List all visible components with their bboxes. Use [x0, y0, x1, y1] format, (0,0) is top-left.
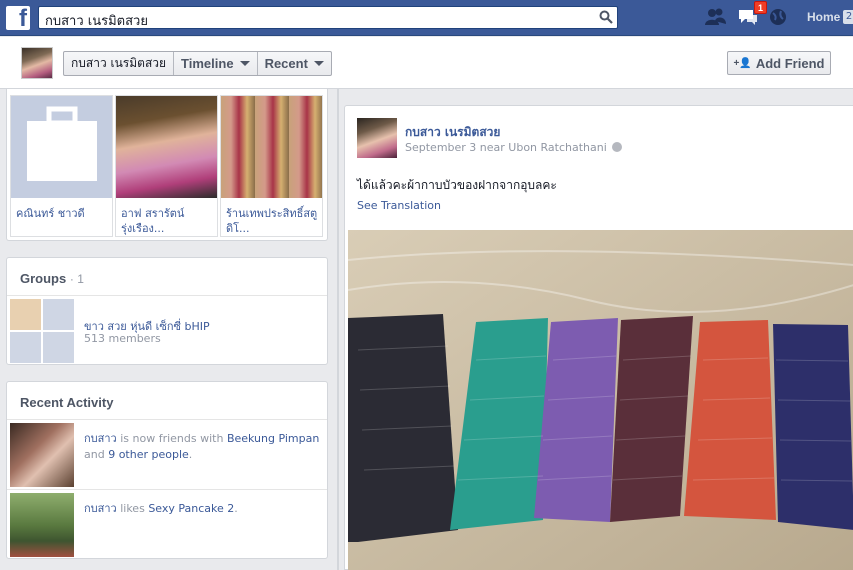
- friend-requests-icon[interactable]: [704, 7, 726, 27]
- activity-text: กบสาว is now friends with Beekung Pimpan…: [84, 431, 324, 463]
- member-avatar: [10, 332, 41, 363]
- recent-dropdown[interactable]: Recent: [258, 52, 331, 75]
- home-link[interactable]: Home: [807, 10, 840, 24]
- see-translation-link[interactable]: See Translation: [357, 199, 441, 212]
- activity-verb: likes: [120, 502, 145, 515]
- activity-thumbnail[interactable]: [10, 423, 74, 487]
- activity-conjunction: and: [84, 448, 105, 461]
- post-photo[interactable]: [348, 230, 853, 570]
- profile-photo: [221, 96, 322, 198]
- timeline-label: Timeline: [181, 56, 234, 71]
- activity-period: .: [188, 448, 193, 461]
- photo-caption[interactable]: ร้านเทพประสิทธิ์สตูดิโ...: [226, 206, 321, 236]
- actor-link[interactable]: กบสาว: [84, 432, 117, 445]
- add-friend-icon: +👤: [733, 57, 752, 69]
- photo-tile[interactable]: คณินทร์ ชาวดี: [10, 95, 113, 237]
- post-author-link[interactable]: กบสาว เนรมิตสวย: [405, 123, 500, 142]
- search-value: กบสาว เนรมิตสวย: [45, 14, 148, 29]
- divider: [7, 295, 327, 296]
- group-member-count: 513 members: [84, 332, 161, 345]
- search-input[interactable]: กบสาว เนรมิตสวย: [38, 6, 618, 29]
- add-friend-label: Add Friend: [755, 55, 825, 71]
- friend-link[interactable]: Beekung Pimpan: [227, 432, 319, 445]
- activity-period: .: [234, 502, 238, 515]
- top-bar: f กบสาว เนรมิตสวย 1 Home 2: [0, 0, 853, 36]
- profile-photo: [116, 96, 217, 198]
- globe-notifications-icon[interactable]: [768, 7, 790, 27]
- facebook-logo-icon[interactable]: f: [6, 5, 30, 32]
- groups-title[interactable]: Groups · 1: [20, 271, 84, 286]
- member-avatar: [43, 299, 74, 330]
- photo-tile[interactable]: อาฟ สรารัตน์ รุ่งเรือง...: [115, 95, 218, 237]
- photo-caption[interactable]: คณินทร์ ชาวดี: [16, 206, 111, 221]
- add-friend-button[interactable]: +👤 Add Friend: [727, 51, 831, 75]
- post-timestamp-link[interactable]: September 3 near Ubon Ratchathani: [405, 141, 607, 154]
- groups-count: · 1: [69, 272, 84, 286]
- groups-title-label: Groups: [20, 271, 67, 286]
- member-avatar: [43, 332, 74, 363]
- chevron-down-icon: [313, 61, 324, 66]
- breadcrumb: กบสาว เนรมิตสวย Timeline Recent: [63, 51, 332, 76]
- post-author-avatar[interactable]: [357, 118, 397, 158]
- recent-activity-card: Recent Activity กบสาว is now friends wit…: [6, 381, 328, 559]
- recent-activity-title: Recent Activity: [20, 395, 114, 410]
- profile-avatar[interactable]: [21, 47, 53, 79]
- timeline-spine: [337, 89, 339, 570]
- home-count-badge: 2: [843, 10, 853, 24]
- notification-badge: 1: [754, 1, 767, 14]
- post-text: ได้แล้วคะผ้ากาบบัวของฝากจากอุบลคะ: [357, 178, 557, 192]
- search-icon[interactable]: [599, 10, 613, 24]
- globe-icon: [611, 142, 622, 152]
- photo-caption[interactable]: อาฟ สรารัตน์ รุ่งเรือง...: [121, 206, 216, 236]
- groups-card: Groups · 1 ขาว สวย หุ่นดี เซ็กซี่ bHIP 5…: [6, 257, 328, 365]
- timeline-post: กบสาว เนรมิตสวย September 3 near Ubon Ra…: [344, 105, 853, 570]
- timeline-dropdown[interactable]: Timeline: [174, 52, 258, 75]
- chevron-down-icon: [239, 61, 250, 66]
- group-thumbnail[interactable]: [10, 299, 74, 363]
- activity-item: กบสาว likes Sexy Pancake 2.: [7, 490, 327, 557]
- default-profile-picture: [11, 96, 112, 198]
- profile-header-bar: กบสาว เนรมิตสวย Timeline Recent +👤 Add F…: [0, 37, 853, 89]
- member-avatar: [10, 299, 41, 330]
- profile-name-button[interactable]: กบสาว เนรมิตสวย: [64, 52, 175, 75]
- activity-verb: is now friends with: [120, 432, 224, 445]
- post-meta: September 3 near Ubon Ratchathani: [405, 141, 622, 154]
- recent-label: Recent: [264, 56, 308, 71]
- activity-text: กบสาว likes Sexy Pancake 2.: [84, 501, 324, 517]
- activity-thumbnail[interactable]: [10, 493, 74, 557]
- others-link[interactable]: 9 other people: [108, 448, 189, 461]
- activity-item: กบสาว is now friends with Beekung Pimpan…: [7, 420, 327, 487]
- actor-link[interactable]: กบสาว: [84, 502, 117, 515]
- photo-tile[interactable]: ร้านเทพประสิทธิ์สตูดิโ...: [220, 95, 323, 237]
- page-link[interactable]: Sexy Pancake 2: [148, 502, 234, 515]
- profile-name-label: กบสาว เนรมิตสวย: [71, 56, 167, 70]
- friends-photos-card: คณินทร์ ชาวดี อาฟ สรารัตน์ รุ่งเรือง... …: [6, 89, 328, 241]
